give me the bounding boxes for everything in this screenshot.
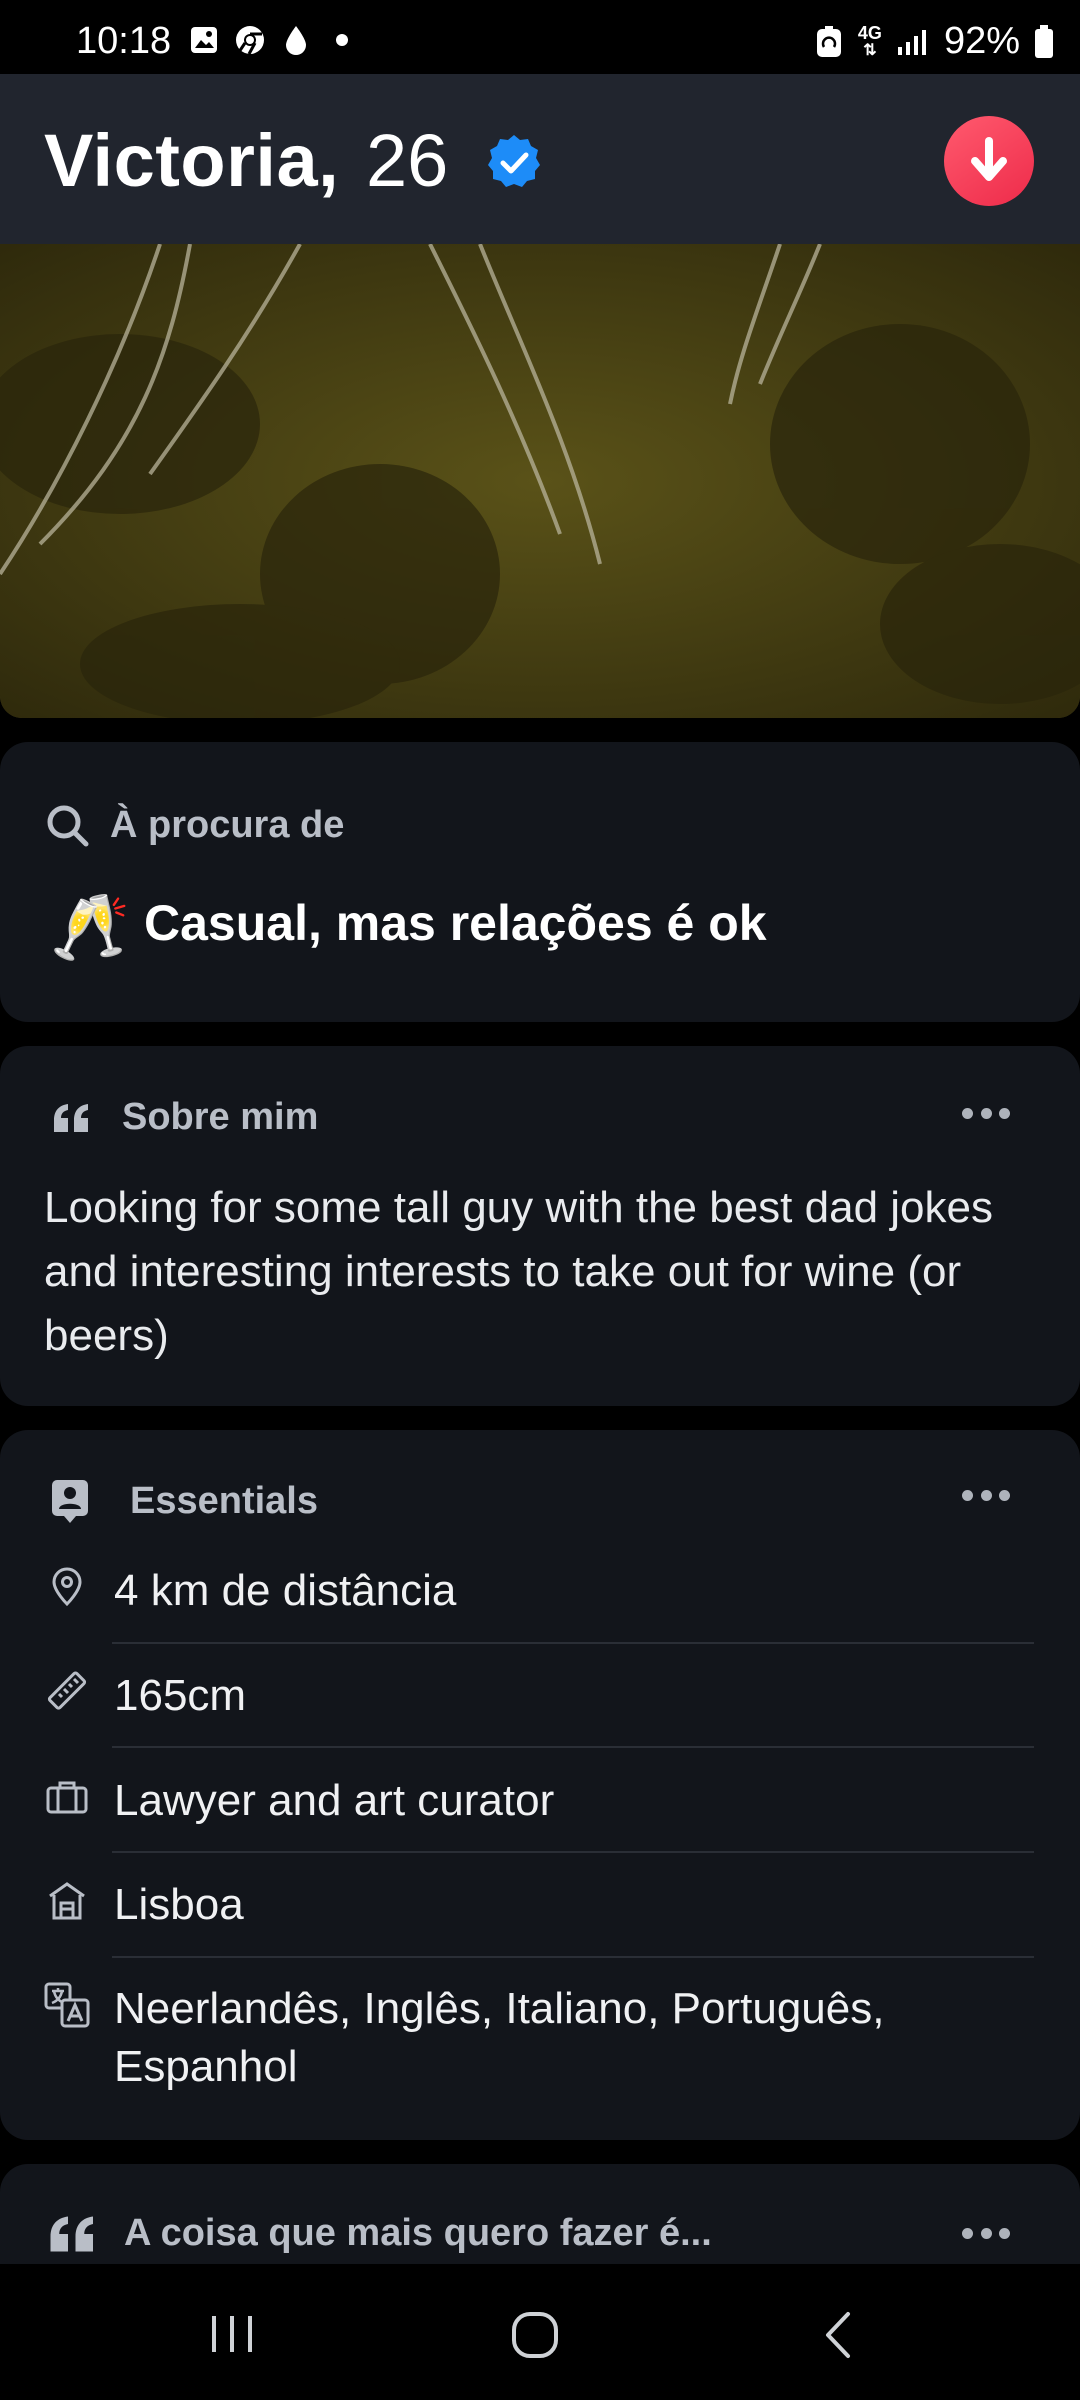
drop-icon xyxy=(280,24,312,56)
notification-icons xyxy=(188,24,348,56)
essential-height: 165cm xyxy=(44,1667,1034,1725)
essential-text: Lisboa xyxy=(114,1880,244,1929)
ruler-icon xyxy=(44,1669,90,1715)
divider xyxy=(112,1956,1034,1958)
status-bar: 10:18 4G ⇅ 92% xyxy=(0,0,1080,74)
essentials-card: Essentials 4 km de distância 165cm Lawye… xyxy=(0,1430,1080,2140)
about-card: Sobre mim Looking for some tall guy with… xyxy=(0,1046,1080,1406)
champagne-emoji: 🥂 xyxy=(50,891,130,963)
prompt-more-button[interactable] xyxy=(962,2228,1010,2240)
profile-photo[interactable] xyxy=(0,244,1080,718)
about-header: Sobre mim xyxy=(52,1096,318,1139)
verified-badge-icon xyxy=(488,135,540,187)
house-icon xyxy=(44,1878,90,1924)
gallery-icon xyxy=(188,24,220,56)
essential-text: Lawyer and art curator xyxy=(114,1776,555,1825)
essentials-more-button[interactable] xyxy=(962,1490,1010,1502)
translate-icon xyxy=(44,1982,90,2028)
battery-percent: 92% xyxy=(943,20,1020,62)
about-more-button[interactable] xyxy=(962,1108,1010,1120)
system-icons: 4G ⇅ 92% xyxy=(814,20,1054,63)
looking-for-card: À procura de 🥂 Casual, mas relações é ok xyxy=(0,742,1080,1022)
more-notifications-dot xyxy=(336,34,348,46)
home-icon[interactable] xyxy=(510,2310,560,2360)
essentials-header: Essentials xyxy=(50,1478,318,1524)
looking-for-title: À procura de xyxy=(110,803,345,846)
divider xyxy=(112,1642,1034,1644)
network-type: 4G ⇅ xyxy=(857,22,882,59)
looking-for-value: Casual, mas relações é ok xyxy=(144,895,767,951)
recent-apps-icon[interactable] xyxy=(208,2312,256,2356)
essential-city: Lisboa xyxy=(44,1876,1034,1934)
contact-card-icon xyxy=(52,1480,88,1523)
looking-for-header: À procura de xyxy=(44,802,344,848)
search-icon xyxy=(47,805,89,847)
essential-text: Neerlandês, Inglês, Italiano, Português,… xyxy=(114,1984,885,2091)
arrow-down-icon xyxy=(971,137,1007,181)
briefcase-icon xyxy=(44,1774,90,1820)
profile-name: Victoria, xyxy=(44,119,340,202)
prompt-header: A coisa que mais quero fazer é... xyxy=(48,2212,712,2255)
quote-icon xyxy=(54,1103,88,1132)
essential-text: 4 km de distância xyxy=(114,1566,457,1615)
collapse-profile-button[interactable] xyxy=(944,116,1034,206)
location-pin-icon xyxy=(44,1564,90,1610)
chrome-icon xyxy=(234,24,266,56)
about-text: Looking for some tall guy with the best … xyxy=(44,1183,993,1360)
essential-text: 165cm xyxy=(114,1671,247,1720)
battery-saver-icon xyxy=(816,25,841,57)
profile-header: Victoria, 26 xyxy=(0,74,1080,244)
divider xyxy=(112,1851,1034,1853)
prompt-title: A coisa que mais quero fazer é... xyxy=(124,2212,712,2254)
essentials-title: Essentials xyxy=(130,1479,318,1522)
status-time: 10:18 xyxy=(76,20,172,62)
system-nav-bar xyxy=(0,2264,1080,2400)
photo-texture xyxy=(0,244,1080,718)
profile-age: 26 xyxy=(366,119,449,202)
essential-languages: Neerlandês, Inglês, Italiano, Português,… xyxy=(44,1980,1034,2096)
back-icon[interactable] xyxy=(820,2310,856,2360)
about-title: Sobre mim xyxy=(122,1096,319,1138)
essential-distance: 4 km de distância xyxy=(44,1562,1034,1620)
quote-icon xyxy=(50,2216,93,2251)
divider xyxy=(112,1746,1034,1748)
battery-icon xyxy=(1035,24,1053,58)
signal-icon xyxy=(897,29,926,55)
essential-job: Lawyer and art curator xyxy=(44,1772,1034,1830)
